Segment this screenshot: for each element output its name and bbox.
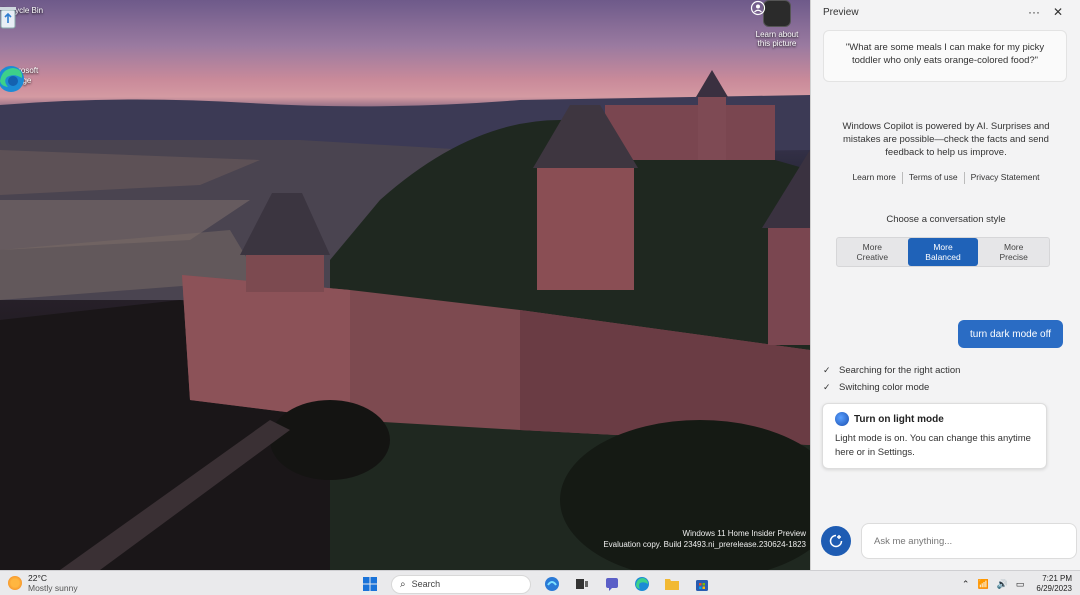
file-explorer-button[interactable]: [662, 574, 682, 594]
close-button[interactable]: ✕: [1046, 5, 1070, 19]
desktop-wallpaper: Recycle Bin Microsoft Edge Learn about t…: [0, 0, 810, 570]
task-view-button[interactable]: [572, 574, 592, 594]
new-topic-icon: [829, 534, 843, 548]
desktop-icon-edge[interactable]: Microsoft Edge: [0, 64, 48, 92]
copilot-icon: [835, 412, 849, 426]
battery-icon[interactable]: ▭: [1016, 579, 1025, 590]
legal-links: Learn more Terms of use Privacy Statemen…: [831, 172, 1061, 184]
learn-about-picture[interactable]: Learn about this picture: [750, 0, 804, 48]
style-line-2: Balanced: [925, 252, 961, 262]
style-more-balanced-button[interactable]: More Balanced: [907, 238, 979, 266]
teams-chat-button[interactable]: [602, 574, 622, 594]
wifi-icon[interactable]: 📶: [977, 579, 988, 590]
style-line-1: More: [862, 242, 883, 252]
conversation-style-label: Choose a conversation style: [886, 214, 1006, 225]
style-line-1: More: [1003, 242, 1024, 252]
action-card-header: Turn on light mode: [835, 412, 1034, 426]
ai-disclaimer: Windows Copilot is powered by AI. Surpri…: [842, 121, 1050, 158]
action-result-card: Turn on light mode Light mode is on. You…: [822, 403, 1047, 469]
windows-icon: [363, 577, 377, 591]
step-label: Searching for the right action: [839, 365, 961, 376]
weather-widget[interactable]: 22°C Mostly sunny: [8, 573, 78, 593]
copilot-panel: Preview ··· ✕ "What are some meals I can…: [810, 0, 1080, 570]
store-icon: [696, 580, 708, 591]
style-line-1: More: [933, 242, 953, 252]
clock[interactable]: 7:21 PM 6/29/2023: [1036, 574, 1072, 594]
panel-title: Preview: [823, 6, 859, 18]
taskbar: 22°C Mostly sunny ⌕ Search ⌃ 📶 🔊 ▭ 7:21 …: [0, 570, 1080, 595]
user-message-bubble: turn dark mode off: [958, 320, 1063, 348]
search-label: Search: [411, 579, 441, 589]
chevron-up-icon[interactable]: ⌃: [962, 579, 970, 590]
step-item: ✓ Searching for the right action: [823, 362, 960, 379]
task-view-icon: [576, 579, 588, 589]
chat-input-bar: [821, 523, 1077, 559]
weather-condition: Mostly sunny: [28, 583, 78, 593]
desktop-icon-recycle-bin[interactable]: Recycle Bin: [0, 4, 48, 29]
edge-taskbar-button[interactable]: [632, 574, 652, 594]
style-more-precise-button[interactable]: More Precise: [978, 238, 1049, 266]
search-icon: ⌕: [400, 578, 406, 590]
learn-more-link[interactable]: Learn more: [846, 172, 901, 184]
clock-time: 7:21 PM: [1042, 574, 1072, 583]
watermark-line-2: Evaluation copy. Build 23493.ni_prerelea…: [603, 540, 806, 549]
teams-icon: [606, 578, 618, 591]
conversation-style-selector: More Creative More Balanced More Precise: [836, 237, 1050, 267]
weather-temp: 22°C: [28, 573, 47, 583]
checkmark-icon: ✓: [823, 382, 831, 392]
action-steps: ✓ Searching for the right action ✓ Switchi…: [823, 362, 960, 396]
watermark-line-1: Windows 11 Home Insider Preview: [682, 529, 806, 538]
copilot-taskbar-button[interactable]: [542, 574, 562, 594]
action-card-title: Turn on light mode: [854, 413, 944, 425]
step-label: Switching color mode: [839, 382, 930, 393]
panel-header: Preview ··· ✕: [811, 0, 1080, 24]
action-card-body: Light mode is on. You can change this an…: [835, 433, 1031, 458]
more-options-button[interactable]: ···: [1022, 5, 1046, 19]
start-button[interactable]: [360, 574, 380, 594]
taskbar-search[interactable]: ⌕ Search: [391, 574, 531, 594]
folder-icon: [665, 579, 679, 590]
step-item: ✓ Switching color mode: [823, 379, 960, 396]
ask-input[interactable]: [861, 523, 1077, 559]
edge-icon: [635, 577, 649, 591]
style-more-creative-button[interactable]: More Creative: [837, 238, 908, 266]
style-line-2: Precise: [999, 252, 1028, 262]
volume-icon[interactable]: 🔊: [997, 579, 1008, 590]
terms-of-use-link[interactable]: Terms of use: [903, 172, 964, 184]
copilot-icon: [545, 577, 559, 591]
privacy-statement-link[interactable]: Privacy Statement: [965, 172, 1046, 184]
insider-watermark: Windows 11 Home Insider Preview Evaluati…: [603, 528, 806, 550]
checkmark-icon: ✓: [823, 365, 831, 375]
suggestion-card[interactable]: "What are some meals I can make for my p…: [823, 30, 1067, 82]
camera-icon: [750, 0, 791, 27]
sun-icon: [8, 576, 22, 590]
learn-about-picture-label: Learn about this picture: [755, 30, 799, 48]
castle-landscape: [0, 70, 810, 570]
store-button[interactable]: [692, 574, 712, 594]
style-line-2: Creative: [856, 252, 889, 262]
taskbar-apps: ⌕ Search: [355, 574, 717, 594]
clock-date: 6/29/2023: [1036, 584, 1072, 593]
system-tray: ⌃ 📶 🔊 ▭ 7:21 PM 6/29/2023: [958, 573, 1080, 595]
new-topic-button[interactable]: [821, 526, 851, 556]
